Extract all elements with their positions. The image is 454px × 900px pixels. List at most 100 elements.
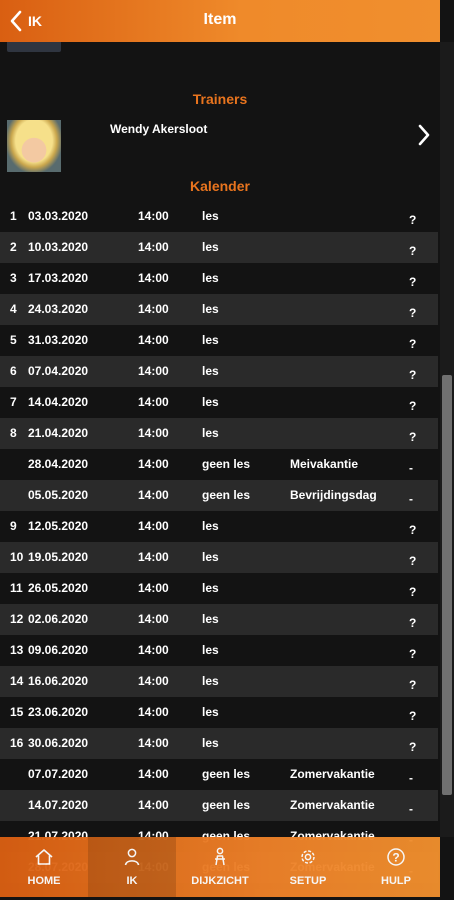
horse-rider-icon [215,847,225,866]
calendar-row[interactable]: 11 26.05.2020 14:00 les? [0,573,438,604]
calendar-row[interactable]: 28.04.2020 14:00 geen les Meivakantie - [0,449,438,480]
row-number: 8 [10,426,17,440]
row-number: 2 [10,240,17,254]
row-type: geen les [202,488,251,502]
row-type: les [202,302,219,316]
calendar-row[interactable]: 5 31.03.2020 14:00 les? [0,325,438,356]
row-time: 14:00 [138,643,169,657]
row-note: Bevrijdingsdag [290,488,377,502]
nav-label: HULP [381,875,411,887]
row-type: les [202,550,219,564]
nav-ik[interactable]: IK [88,837,176,897]
chevron-right-icon [418,124,430,146]
row-date: 14.07.2020 [28,798,89,812]
top-bar: IK Item [0,0,440,42]
row-time: 14:00 [138,240,169,254]
row-status: - [409,492,413,506]
row-note: Zomervakantie [290,767,375,781]
row-date: 31.03.2020 [28,333,89,347]
calendar-row[interactable]: 8 21.04.2020 14:00 les? [0,418,438,449]
row-type: les [202,271,219,285]
bottom-nav: HOME IK DIJKZICHT SETUP ? HULP [0,837,440,897]
row-type: les [202,736,219,750]
row-time: 14:00 [138,333,169,347]
calendar-row[interactable]: 14.07.2020 14:00 geen les Zomervakantie - [0,790,438,821]
row-number: 7 [10,395,17,409]
calendar-row[interactable]: 2 10.03.2020 14:00 les? [0,232,438,263]
nav-hulp[interactable]: ? HULP [352,837,440,897]
row-status: ? [409,647,417,661]
row-status: ? [409,213,417,227]
row-time: 14:00 [138,209,169,223]
row-time: 14:00 [138,457,169,471]
row-type: les [202,426,219,440]
calendar-row[interactable]: 12 02.06.2020 14:00 les? [0,604,438,635]
calendar-row[interactable]: 7 14.04.2020 14:00 les? [0,387,438,418]
row-time: 14:00 [138,550,169,564]
calendar-row[interactable]: 05.05.2020 14:00 geen les Bevrijdingsdag - [0,480,438,511]
row-date: 02.06.2020 [28,612,89,626]
row-type: geen les [202,798,251,812]
calendar-row[interactable]: 6 07.04.2020 14:00 les? [0,356,438,387]
row-number: 13 [10,643,24,657]
row-type: les [202,364,219,378]
row-status: ? [409,244,417,258]
row-date: 30.06.2020 [28,736,89,750]
calendar-row[interactable]: 07.07.2020 14:00 geen les Zomervakantie - [0,759,438,790]
row-time: 14:00 [138,364,169,378]
row-status: ? [409,337,417,351]
row-type: les [202,612,219,626]
scrollbar[interactable] [440,42,454,837]
row-status: ? [409,585,417,599]
row-type: les [202,209,219,223]
calendar-row[interactable]: 14 16.06.2020 14:00 les? [0,666,438,697]
page-title: Item [203,11,237,28]
row-status: - [409,802,413,816]
row-time: 14:00 [138,302,169,316]
calendar-row[interactable]: 15 23.06.2020 14:00 les? [0,697,438,728]
row-date: 19.05.2020 [28,550,89,564]
row-status: - [409,461,413,475]
row-type: les [202,643,219,657]
scrollbar-thumb[interactable] [442,375,452,795]
nav-setup[interactable]: SETUP [264,837,352,897]
row-type: geen les [202,767,251,781]
row-date: 12.05.2020 [28,519,89,533]
row-time: 14:00 [138,736,169,750]
nav-dijkzicht[interactable]: DIJKZICHT [176,837,264,897]
row-time: 14:00 [138,798,169,812]
row-time: 14:00 [138,488,169,502]
row-date: 24.03.2020 [28,302,89,316]
nav-home[interactable]: HOME [0,837,88,897]
trainers-heading: Trainers [192,91,248,107]
calendar-row[interactable]: 3 17.03.2020 14:00 les? [0,263,438,294]
row-number: 12 [10,612,24,626]
row-status: ? [409,306,417,320]
row-note: Meivakantie [290,457,359,471]
row-type: les [202,705,219,719]
row-note: Zomervakantie [290,798,375,812]
row-date: 09.06.2020 [28,643,89,657]
gear-icon [301,850,315,864]
nav-label: SETUP [289,875,327,887]
row-date: 17.03.2020 [28,271,89,285]
calendar-row[interactable]: 4 24.03.2020 14:00 les? [0,294,438,325]
row-status: ? [409,740,417,754]
nav-label: IK [126,875,138,887]
calendar-row[interactable]: 16 30.06.2020 14:00 les? [0,728,438,759]
row-date: 03.03.2020 [28,209,89,223]
row-number: 11 [10,581,23,595]
row-number: 1 [10,209,17,223]
trainer-name: Wendy Akersloot [110,122,208,136]
calendar-row[interactable]: 10 19.05.2020 14:00 les? [0,542,438,573]
row-number: 9 [10,519,17,533]
calendar-heading: Kalender [190,178,250,194]
row-date: 23.06.2020 [28,705,89,719]
row-date: 10.03.2020 [28,240,89,254]
calendar-row[interactable]: 1 03.03.2020 14:00 les? [0,201,438,232]
calendar-row[interactable]: 13 09.06.2020 14:00 les? [0,635,438,666]
row-time: 14:00 [138,426,169,440]
row-type: les [202,674,219,688]
calendar-row[interactable]: 9 12.05.2020 14:00 les? [0,511,438,542]
trainer-row[interactable]: Wendy Akersloot [0,118,440,174]
